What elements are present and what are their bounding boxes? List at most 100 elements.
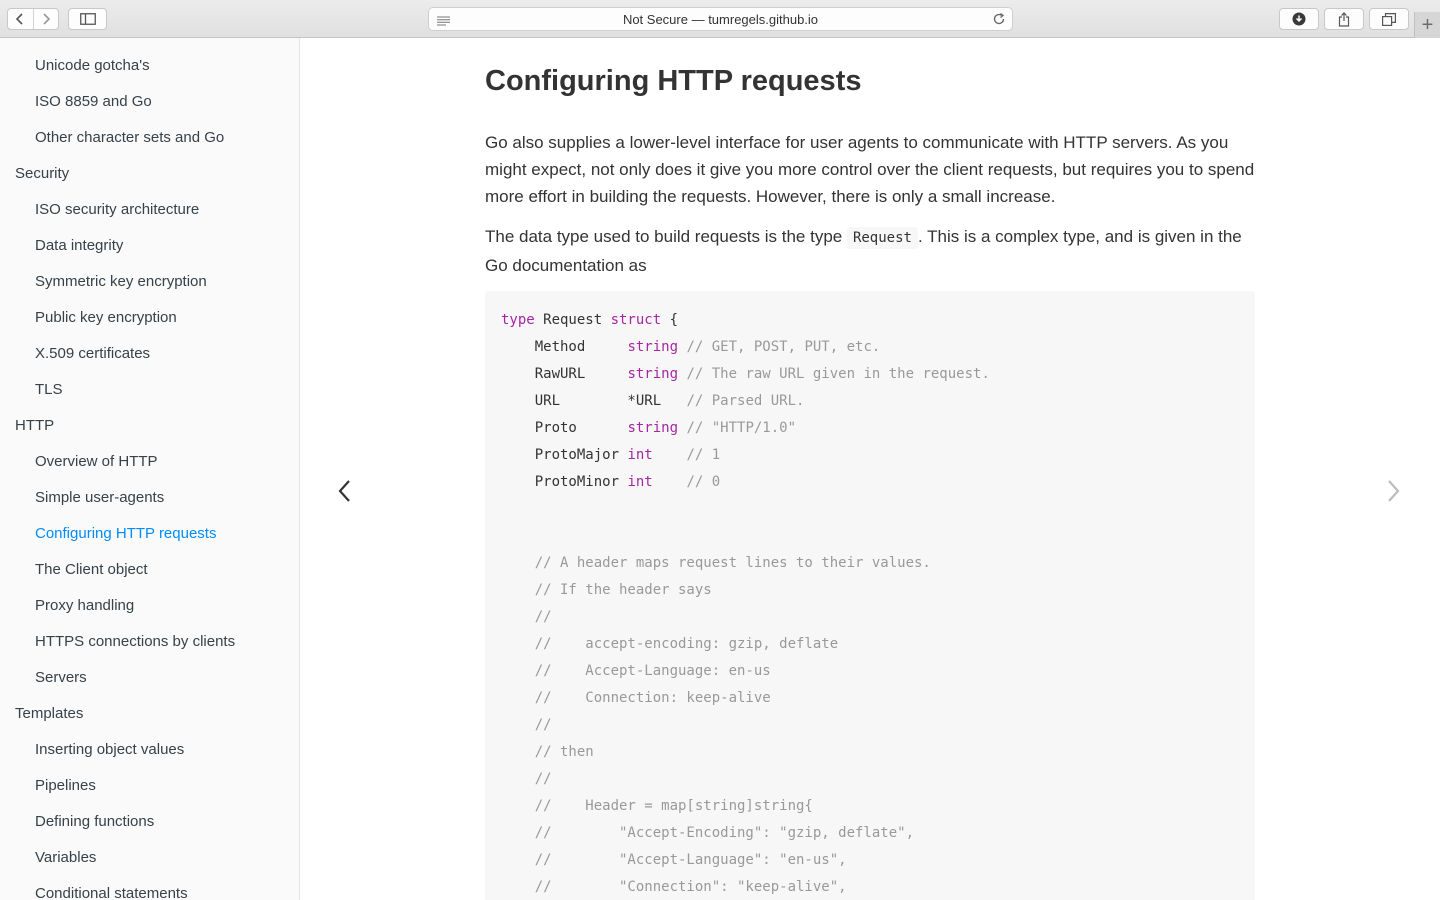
sidebar-item[interactable]: Conditional statements (0, 876, 299, 900)
intro-paragraph: Go also supplies a lower-level interface… (485, 133, 1255, 206)
code-line: Proto string // "HTTP/1.0" (501, 415, 1239, 442)
sidebar-section-header[interactable]: HTTP (0, 408, 299, 444)
chevron-left-icon (337, 477, 353, 510)
sidebar-item[interactable]: Proxy handling (0, 588, 299, 624)
address-bar[interactable]: Not Secure — tumregels.github.io (428, 7, 1013, 31)
chevron-right-icon (1385, 477, 1401, 510)
share-icon (1338, 11, 1350, 27)
share-button[interactable] (1324, 8, 1364, 30)
code-comment: // Header = map[string]string{ (501, 798, 813, 814)
back-forward-group (7, 8, 59, 30)
sidebar-item[interactable]: HTTPS connections by clients (0, 624, 299, 660)
chevron-right-icon (41, 12, 51, 26)
code-comment: // If the header says (501, 582, 712, 598)
address-text: Not Secure — tumregels.github.io (622, 11, 819, 27)
sidebar-section-header[interactable]: Templates (0, 696, 299, 732)
page-title: Configuring HTTP requests (485, 65, 862, 97)
sidebar-item[interactable]: Overview of HTTP (0, 444, 299, 480)
new-tab-button[interactable]: + (1414, 12, 1440, 38)
code-line: // (501, 604, 1239, 631)
code-comment: // (501, 717, 552, 733)
sidebar-item[interactable]: Unicode gotcha's (0, 48, 299, 84)
code-comment: // "HTTP/1.0" (678, 420, 797, 436)
code-comment: // A header maps request lines to their … (501, 555, 931, 571)
back-button[interactable] (8, 9, 33, 29)
tabs-icon (1382, 12, 1396, 26)
reload-icon[interactable] (992, 12, 1006, 29)
code-line: type Request struct { (501, 307, 1239, 334)
reader-icon[interactable] (437, 14, 450, 29)
code-line: // then (501, 739, 1239, 766)
sidebar-item[interactable]: Variables (0, 840, 299, 876)
forward-button[interactable] (32, 9, 58, 29)
code-keyword: type (501, 312, 535, 328)
code-comment: // 1 (652, 447, 721, 463)
sidebar-item[interactable]: Defining functions (0, 804, 299, 840)
book-sidebar: Unicode gotcha's ISO 8859 and Go Other cha… (0, 38, 300, 900)
sidebar-item[interactable]: Configuring HTTP requests (0, 516, 299, 552)
code-comment: // The raw URL given in the request. (678, 366, 990, 382)
code-text: Request (534, 312, 611, 328)
sidebar-item[interactable]: Public key encryption (0, 300, 299, 336)
code-comment: // Connection: keep-alive (501, 690, 771, 706)
code-comment: // accept-encoding: gzip, deflate (501, 636, 839, 652)
code-comment: // 0 (652, 474, 721, 490)
sidebar-nav-list: Unicode gotcha's ISO 8859 and Go Other cha… (0, 38, 299, 900)
chevron-left-icon (15, 12, 25, 26)
sidebar-item[interactable]: X.509 certificates (0, 336, 299, 372)
code-line: // Connection: keep-alive (501, 685, 1239, 712)
sidebar-item[interactable]: ISO security architecture (0, 192, 299, 228)
code-line: // (501, 712, 1239, 739)
code-keyword: int (627, 474, 653, 490)
next-page-button[interactable] (1378, 478, 1408, 508)
sidebar-item[interactable]: Simple user-agents (0, 480, 299, 516)
sidebar-item[interactable]: Other character sets and Go (0, 120, 299, 156)
code-keyword: struct (610, 312, 662, 328)
downloads-button[interactable] (1279, 8, 1319, 30)
sidebar-item[interactable]: Servers (0, 660, 299, 696)
code-keyword: string (627, 339, 679, 355)
code-comment: // "Connection": "keep-alive", (501, 879, 847, 895)
code-line: ProtoMinor int // 0 (501, 469, 1239, 496)
code-line: // Header = map[string]string{ (501, 793, 1239, 820)
sidebar-item[interactable]: Inserting object values (0, 732, 299, 768)
code-line: // Accept-Language: en-us (501, 658, 1239, 685)
code-line: RawURL string // The raw URL given in th… (501, 361, 1239, 388)
code-text: { (661, 312, 679, 328)
code-line: ProtoMajor int // 1 (501, 442, 1239, 469)
show-tabs-button[interactable] (1369, 8, 1409, 30)
code-comment: // (501, 771, 552, 787)
code-text: Proto (501, 420, 628, 436)
page-content: Configuring HTTP requests Go also suppli… (300, 38, 1440, 900)
code-text: RawURL (501, 366, 628, 382)
sidebar-item[interactable]: Symmetric key encryption (0, 264, 299, 300)
code-line: // If the header says (501, 577, 1239, 604)
code-line: URL *URL // Parsed URL. (501, 388, 1239, 415)
sidebar-item[interactable]: TLS (0, 372, 299, 408)
sidebar-item[interactable]: ISO 8859 and Go (0, 84, 299, 120)
paragraph-text: The data type used to build requests is … (485, 227, 847, 246)
sidebar-section-header[interactable]: Security (0, 156, 299, 192)
code-line: // "Accept-Encoding": "gzip, deflate", (501, 820, 1239, 847)
code-comment: // Accept-Language: en-us (501, 663, 771, 679)
request-type-paragraph: The data type used to build requests is … (485, 223, 1260, 279)
code-line: // "Connection": "keep-alive", (501, 874, 1239, 900)
sidebar-item[interactable]: Pipelines (0, 768, 299, 804)
code-comment: // "Accept-Language": "en-us", (501, 852, 847, 868)
code-text: URL *URL (501, 393, 687, 409)
code-text: Method (501, 339, 628, 355)
code-line: // A header maps request lines to their … (501, 550, 1239, 577)
code-line: Method string // GET, POST, PUT, etc. (501, 334, 1239, 361)
download-icon (1292, 12, 1306, 26)
sidebar-toggle-button[interactable] (68, 8, 107, 30)
previous-page-button[interactable] (330, 478, 360, 508)
code-keyword: string (627, 420, 679, 436)
code-comment: // GET, POST, PUT, etc. (678, 339, 881, 355)
code-line: // "Accept-Language": "en-us", (501, 847, 1239, 874)
sidebar-item[interactable]: The Client object (0, 552, 299, 588)
sidebar-item[interactable]: Data integrity (0, 228, 299, 264)
code-comment: // (501, 609, 552, 625)
code-comment: // "Accept-Encoding": "gzip, deflate", (501, 825, 915, 841)
